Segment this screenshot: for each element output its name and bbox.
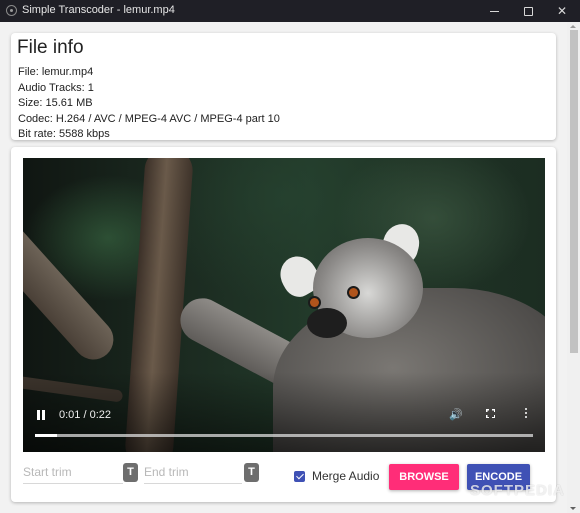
more-options-icon[interactable]	[525, 408, 528, 420]
end-trim-set-button[interactable]: T	[244, 463, 259, 482]
file-size: Size: 15.61 MB	[18, 97, 93, 109]
app-icon	[6, 5, 17, 16]
browse-button[interactable]: BROWSE	[389, 464, 459, 490]
vertical-scrollbar[interactable]	[567, 22, 580, 513]
volume-icon[interactable]: 🔊	[449, 408, 463, 421]
audio-tracks: Audio Tracks: 1	[18, 81, 94, 94]
close-icon: ✕	[556, 4, 568, 18]
minimize-button[interactable]	[476, 0, 512, 22]
end-trim-field[interactable]	[144, 463, 242, 484]
title-bar: Simple Transcoder - lemur.mp4 ✕	[0, 0, 580, 22]
merge-audio-option[interactable]: Merge Audio	[294, 468, 379, 484]
codec: Codec: H.264 / AVC / MPEG-4 AVC / MPEG-4…	[18, 112, 280, 125]
video-player[interactable]: 0:01 / 0:22 🔊	[23, 158, 545, 452]
scroll-down-arrow-icon[interactable]	[570, 507, 576, 510]
seek-bar-progress	[35, 434, 58, 437]
merge-audio-checkbox[interactable]	[294, 470, 305, 482]
fullscreen-icon[interactable]	[486, 409, 495, 418]
video-lemur-eye	[349, 288, 358, 297]
start-trim-field[interactable]	[23, 463, 123, 484]
window-title: Simple Transcoder - lemur.mp4	[22, 4, 175, 16]
end-trim-input[interactable]	[144, 463, 242, 481]
seek-bar[interactable]	[35, 434, 533, 437]
scroll-up-arrow-icon[interactable]	[570, 25, 576, 28]
video-lemur-snout	[307, 308, 347, 338]
minimize-icon	[489, 11, 499, 12]
scrollbar-thumb[interactable]	[570, 30, 578, 353]
video-branch	[23, 214, 122, 368]
transcode-card: 0:01 / 0:22 🔊 T T Merge Audio BROWSE ENC…	[11, 147, 556, 502]
maximize-button[interactable]	[510, 0, 546, 22]
start-trim-input[interactable]	[23, 463, 123, 481]
time-display: 0:01 / 0:22	[59, 409, 111, 421]
watermark: SOFTPEDIA	[470, 482, 565, 499]
pause-icon[interactable]	[36, 410, 47, 421]
merge-audio-label: Merge Audio	[312, 469, 380, 483]
video-lemur-eye	[310, 298, 319, 307]
file-name: File: lemur.mp4	[18, 66, 94, 78]
start-trim-set-button[interactable]: T	[123, 463, 138, 482]
file-info-card: File info File: lemur.mp4 Audio Tracks: …	[11, 33, 556, 140]
file-info-heading: File info	[17, 37, 84, 58]
close-button[interactable]: ✕	[544, 0, 580, 22]
bit-rate: Bit rate: 5588 kbps	[18, 128, 110, 140]
file-info-details: File: lemur.mp4 Audio Tracks: 1 Size: 15…	[18, 65, 280, 143]
maximize-icon	[523, 7, 533, 16]
